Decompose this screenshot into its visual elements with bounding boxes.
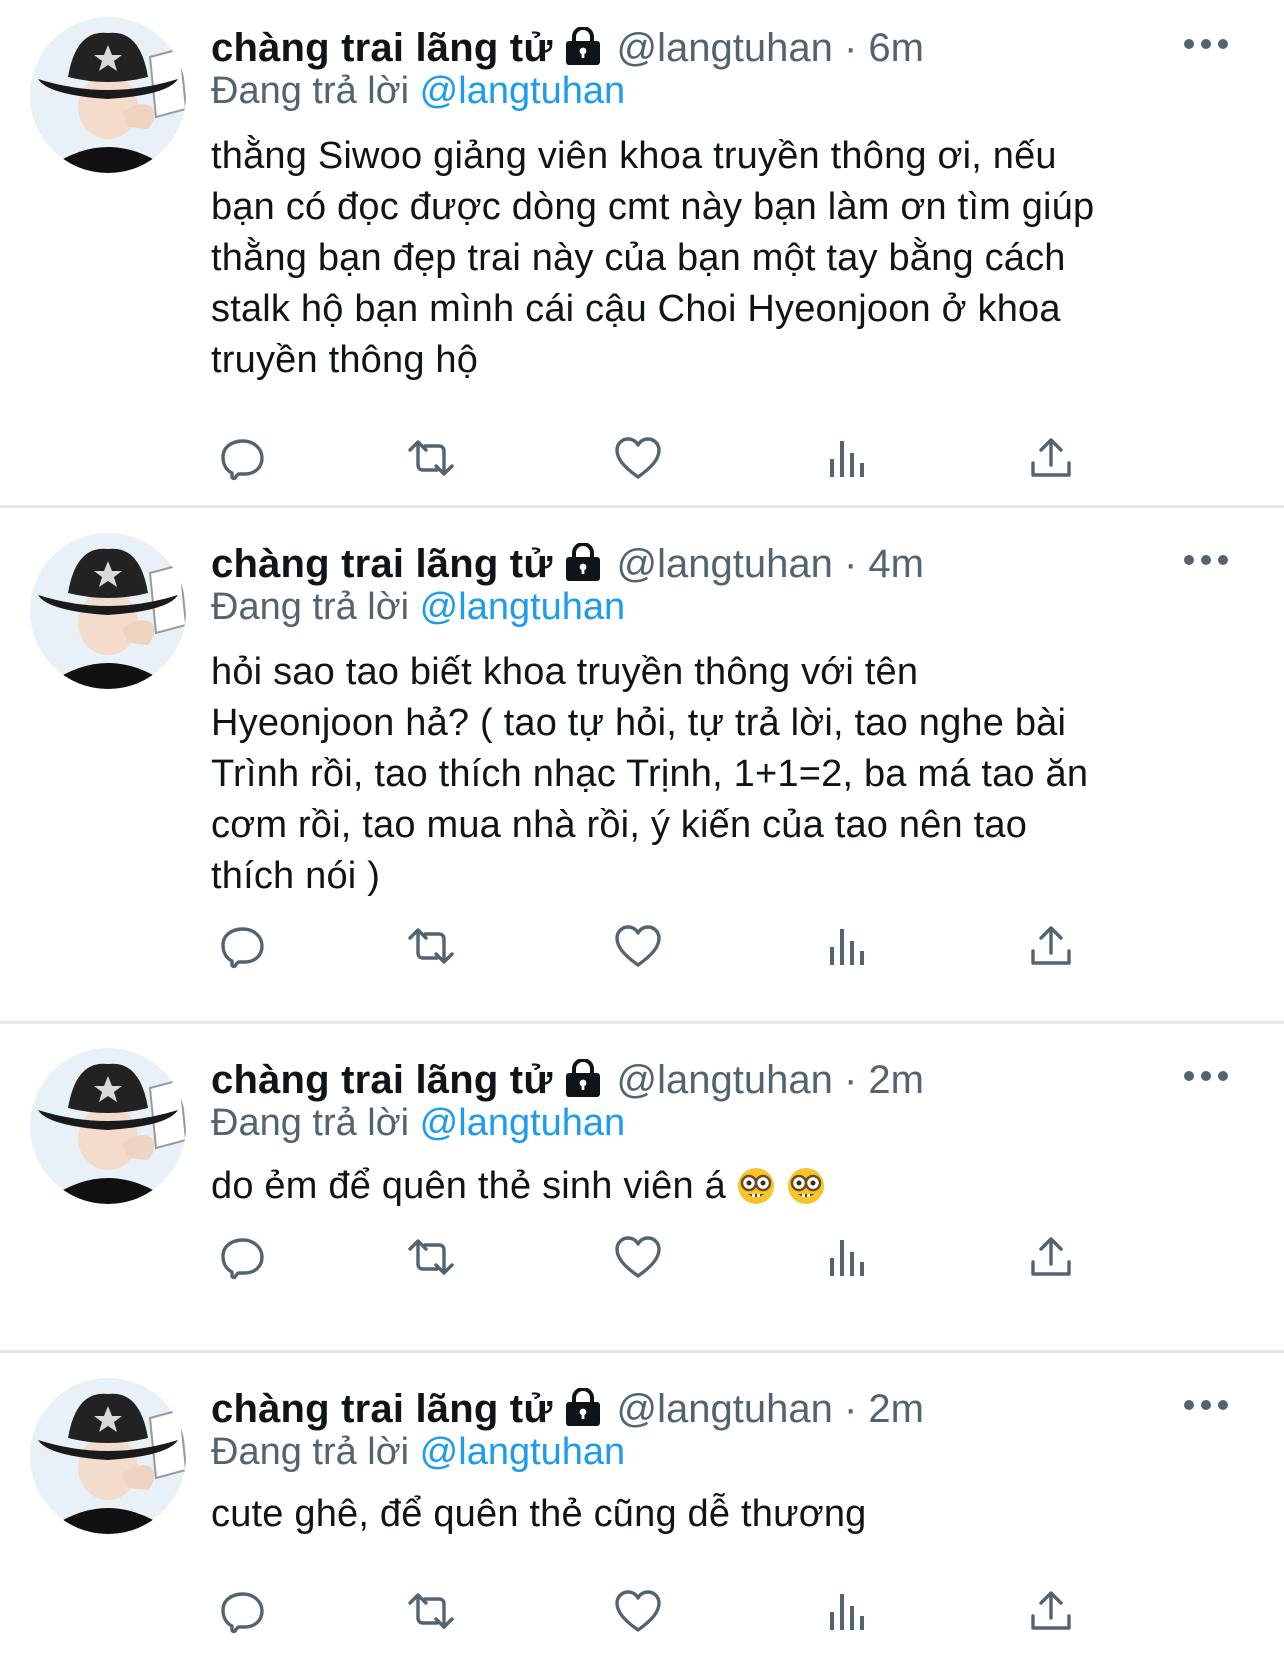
tweet-text-line: cơm rồi, tao mua nhà rồi, ý kiến của tao… <box>211 804 1028 846</box>
share-icon[interactable] <box>1019 1232 1083 1282</box>
tweet[interactable]: chàng trai lãng tử @langtuhan · 6m Đang … <box>0 0 1284 505</box>
replying-to: Đang trả lời @langtuhan <box>211 70 625 113</box>
tweet-text: thằng Siwoo giảng viên khoa truyền thông… <box>211 131 1231 386</box>
tweet-header: chàng trai lãng tử @langtuhan · 6m <box>211 23 924 73</box>
avatar[interactable] <box>30 17 186 173</box>
replying-mention[interactable]: @langtuhan <box>420 586 626 628</box>
tweet-text-line: thích nói ) <box>211 855 381 897</box>
replying-prefix: Đang trả lời <box>211 586 410 628</box>
heart-icon[interactable] <box>606 921 670 971</box>
retweet-icon[interactable] <box>399 921 463 971</box>
tweet-text: hỏi sao tao biết khoa truyền thông với t… <box>211 647 1231 902</box>
tweet-text-line: thằng Siwoo giảng viên khoa truyền thông… <box>211 135 1057 177</box>
heart-icon[interactable] <box>606 1586 670 1636</box>
tweet-text-line: cute ghê, để quên thẻ cũng dễ thương <box>211 1493 867 1535</box>
share-icon[interactable] <box>1019 921 1083 971</box>
tweet[interactable]: chàng trai lãng tử @langtuhan · 2m Đang … <box>0 1353 1284 1660</box>
display-name[interactable]: chàng trai lãng tử <box>211 26 553 71</box>
tweet[interactable]: chàng trai lãng tử @langtuhan · 4m Đang … <box>0 508 1284 1021</box>
share-icon[interactable] <box>1019 433 1083 483</box>
lock-icon <box>563 25 603 70</box>
share-icon[interactable] <box>1019 1586 1083 1636</box>
display-name[interactable]: chàng trai lãng tử <box>211 1058 553 1103</box>
tweet-text-line: thằng bạn đẹp trai này của bạn một tay b… <box>211 237 1066 279</box>
replying-prefix: Đang trả lời <box>211 1102 410 1144</box>
reply-icon[interactable] <box>211 1586 275 1636</box>
handle-and-time[interactable]: @langtuhan · 2m <box>617 1058 924 1103</box>
tweet-header: chàng trai lãng tử @langtuhan · 4m <box>211 539 924 589</box>
reply-icon[interactable] <box>211 433 275 483</box>
replying-prefix: Đang trả lời <box>211 70 410 112</box>
more-options-icon[interactable] <box>1184 553 1228 567</box>
tweet-text-content: do ẻm để quên thẻ sinh viên á <box>211 1165 726 1207</box>
handle-and-time[interactable]: @langtuhan · 2m <box>617 1387 924 1432</box>
tweet-text-line: Trình rồi, tao thích nhạc Trịnh, 1+1=2, … <box>211 753 1089 795</box>
retweet-icon[interactable] <box>399 1232 463 1282</box>
action-bar <box>211 921 1111 971</box>
tweet-text: do ẻm để quên thẻ sinh viên á <box>211 1161 1231 1220</box>
retweet-icon[interactable] <box>399 433 463 483</box>
more-options-icon[interactable] <box>1184 37 1228 51</box>
tweet-text: cute ghê, để quên thẻ cũng dễ thương <box>211 1489 1231 1540</box>
replying-mention[interactable]: @langtuhan <box>420 1102 626 1144</box>
analytics-icon[interactable] <box>815 1232 879 1282</box>
reply-icon[interactable] <box>211 1232 275 1282</box>
analytics-icon[interactable] <box>815 433 879 483</box>
lock-icon <box>563 541 603 586</box>
action-bar <box>211 433 1111 483</box>
replying-prefix: Đang trả lời <box>211 1431 410 1473</box>
analytics-icon[interactable] <box>815 1586 879 1636</box>
tweet-text-line: stalk hộ bạn mình cái cậu Choi Hyeonjoon… <box>211 288 1061 330</box>
replying-mention[interactable]: @langtuhan <box>420 1431 626 1473</box>
replying-to: Đang trả lời @langtuhan <box>211 586 625 629</box>
handle-and-time[interactable]: @langtuhan · 4m <box>617 542 924 587</box>
avatar[interactable] <box>30 1378 186 1534</box>
heart-icon[interactable] <box>606 1232 670 1282</box>
display-name[interactable]: chàng trai lãng tử <box>211 542 553 587</box>
replying-to: Đang trả lời @langtuhan <box>211 1431 625 1474</box>
reply-icon[interactable] <box>211 921 275 971</box>
nerd-face-emoji <box>736 1166 776 1220</box>
tweet-header: chàng trai lãng tử @langtuhan · 2m <box>211 1384 924 1434</box>
more-options-icon[interactable] <box>1184 1069 1228 1083</box>
lock-icon <box>563 1057 603 1102</box>
tweet-text-line: bạn có đọc được dòng cmt này bạn làm ơn … <box>211 186 1095 228</box>
action-bar <box>211 1232 1111 1282</box>
replying-mention[interactable]: @langtuhan <box>420 70 626 112</box>
tweet-text-line: truyền thông hộ <box>211 339 479 381</box>
nerd-face-emoji <box>786 1166 826 1220</box>
handle-and-time[interactable]: @langtuhan · 6m <box>617 26 924 71</box>
tweet[interactable]: chàng trai lãng tử @langtuhan · 2m Đang … <box>0 1024 1284 1350</box>
action-bar <box>211 1586 1111 1636</box>
tweet-header: chàng trai lãng tử @langtuhan · 2m <box>211 1055 924 1105</box>
avatar[interactable] <box>30 533 186 689</box>
lock-icon <box>563 1386 603 1431</box>
tweet-text-line: do ẻm để quên thẻ sinh viên á <box>211 1161 1231 1220</box>
analytics-icon[interactable] <box>815 921 879 971</box>
tweet-text-line: Hyeonjoon hả? ( tao tự hỏi, tự trả lời, … <box>211 702 1067 744</box>
display-name[interactable]: chàng trai lãng tử <box>211 1387 553 1432</box>
retweet-icon[interactable] <box>399 1586 463 1636</box>
more-options-icon[interactable] <box>1184 1398 1228 1412</box>
tweet-text-line: hỏi sao tao biết khoa truyền thông với t… <box>211 651 919 693</box>
replying-to: Đang trả lời @langtuhan <box>211 1102 625 1145</box>
heart-icon[interactable] <box>606 433 670 483</box>
avatar[interactable] <box>30 1048 186 1204</box>
